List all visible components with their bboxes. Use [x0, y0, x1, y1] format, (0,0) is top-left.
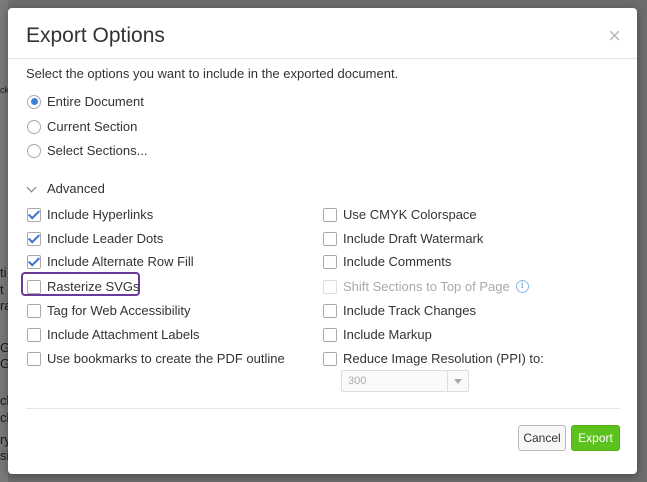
background-text: ti: [0, 265, 7, 280]
checkbox: [323, 279, 337, 294]
option-include-hyperlinks[interactable]: Include Hyperlinks: [27, 207, 153, 222]
checkbox-label: Rasterize SVGs: [47, 279, 140, 294]
checkbox-label: Include Alternate Row Fill: [47, 254, 194, 269]
checkbox[interactable]: [27, 279, 41, 294]
option-use-cmyk[interactable]: Use CMYK Colorspace: [323, 207, 477, 222]
radio-label: Current Section: [47, 119, 138, 134]
advanced-toggle[interactable]: Advanced: [26, 181, 105, 196]
radio-button[interactable]: [27, 94, 41, 109]
option-use-bookmarks[interactable]: Use bookmarks to create the PDF outline: [27, 351, 285, 366]
checkbox-label: Reduce Image Resolution (PPI) to:: [343, 351, 544, 366]
checkbox-label: Include Attachment Labels: [47, 327, 200, 342]
option-include-draft-watermark[interactable]: Include Draft Watermark: [323, 231, 483, 246]
radio-button[interactable]: [27, 119, 41, 134]
radio-current-section[interactable]: Current Section: [27, 119, 137, 134]
checkbox-label: Include Markup: [343, 327, 432, 342]
checkbox[interactable]: [27, 207, 41, 222]
checkbox[interactable]: [323, 327, 337, 342]
option-include-markup[interactable]: Include Markup: [323, 327, 432, 342]
checkbox-label: Include Hyperlinks: [47, 207, 154, 222]
checkbox[interactable]: [27, 327, 41, 342]
radio-select-sections[interactable]: Select Sections...: [27, 143, 147, 158]
background-text: t: [0, 282, 4, 297]
ppi-select-toggle[interactable]: [447, 371, 468, 391]
checkbox-label: Tag for Web Accessibility: [47, 303, 191, 318]
option-tag-web-accessibility[interactable]: Tag for Web Accessibility: [27, 303, 191, 318]
ppi-select[interactable]: 300: [341, 370, 469, 392]
cancel-button[interactable]: Cancel: [518, 425, 566, 451]
export-button[interactable]: Export: [571, 425, 620, 451]
chevron-down-icon: [26, 182, 37, 192]
checkbox-label: Use bookmarks to create the PDF outline: [47, 351, 285, 366]
radio-label: Entire Document: [47, 94, 144, 109]
radio-entire-document[interactable]: Entire Document: [27, 94, 144, 109]
checkbox[interactable]: [27, 231, 41, 246]
ppi-select-value: 300: [348, 375, 367, 387]
close-icon[interactable]: ×: [608, 25, 621, 47]
checkbox-label: Include Comments: [343, 254, 452, 269]
option-rasterize-svgs[interactable]: Rasterize SVGs: [27, 279, 139, 294]
checkbox-label: Include Track Changes: [343, 303, 476, 318]
checkbox[interactable]: [27, 351, 41, 366]
info-icon[interactable]: i: [515, 280, 529, 293]
option-reduce-image-resolution[interactable]: Reduce Image Resolution (PPI) to:: [323, 351, 544, 366]
intro-text: Select the options you want to include i…: [26, 66, 399, 81]
checkbox-label: Shift Sections to Top of Page: [343, 279, 510, 294]
option-shift-sections: Shift Sections to Top of Page i: [323, 279, 529, 294]
option-include-alternate-row-fill[interactable]: Include Alternate Row Fill: [27, 254, 194, 269]
header-divider: [8, 58, 637, 59]
checkbox[interactable]: [27, 254, 41, 269]
checkbox[interactable]: [323, 254, 337, 269]
advanced-label: Advanced: [47, 181, 105, 196]
checkbox[interactable]: [323, 231, 337, 246]
radio-button[interactable]: [27, 143, 41, 158]
option-include-comments[interactable]: Include Comments: [323, 254, 451, 269]
option-include-attachment-labels[interactable]: Include Attachment Labels: [27, 327, 200, 342]
export-options-dialog: Export Options × Select the options you …: [8, 8, 637, 474]
checkbox[interactable]: [323, 207, 337, 222]
checkbox[interactable]: [27, 303, 41, 318]
checkbox-label: Include Leader Dots: [47, 231, 164, 246]
checkbox-label: Include Draft Watermark: [343, 231, 484, 246]
option-include-leader-dots[interactable]: Include Leader Dots: [27, 231, 163, 246]
footer-divider: [26, 408, 620, 409]
option-include-track-changes[interactable]: Include Track Changes: [323, 303, 476, 318]
dialog-title: Export Options: [26, 24, 165, 47]
caret-down-icon: [454, 379, 462, 384]
checkbox[interactable]: [323, 351, 337, 366]
checkbox[interactable]: [323, 303, 337, 318]
radio-label: Select Sections...: [47, 143, 148, 158]
checkbox-label: Use CMYK Colorspace: [343, 207, 477, 222]
